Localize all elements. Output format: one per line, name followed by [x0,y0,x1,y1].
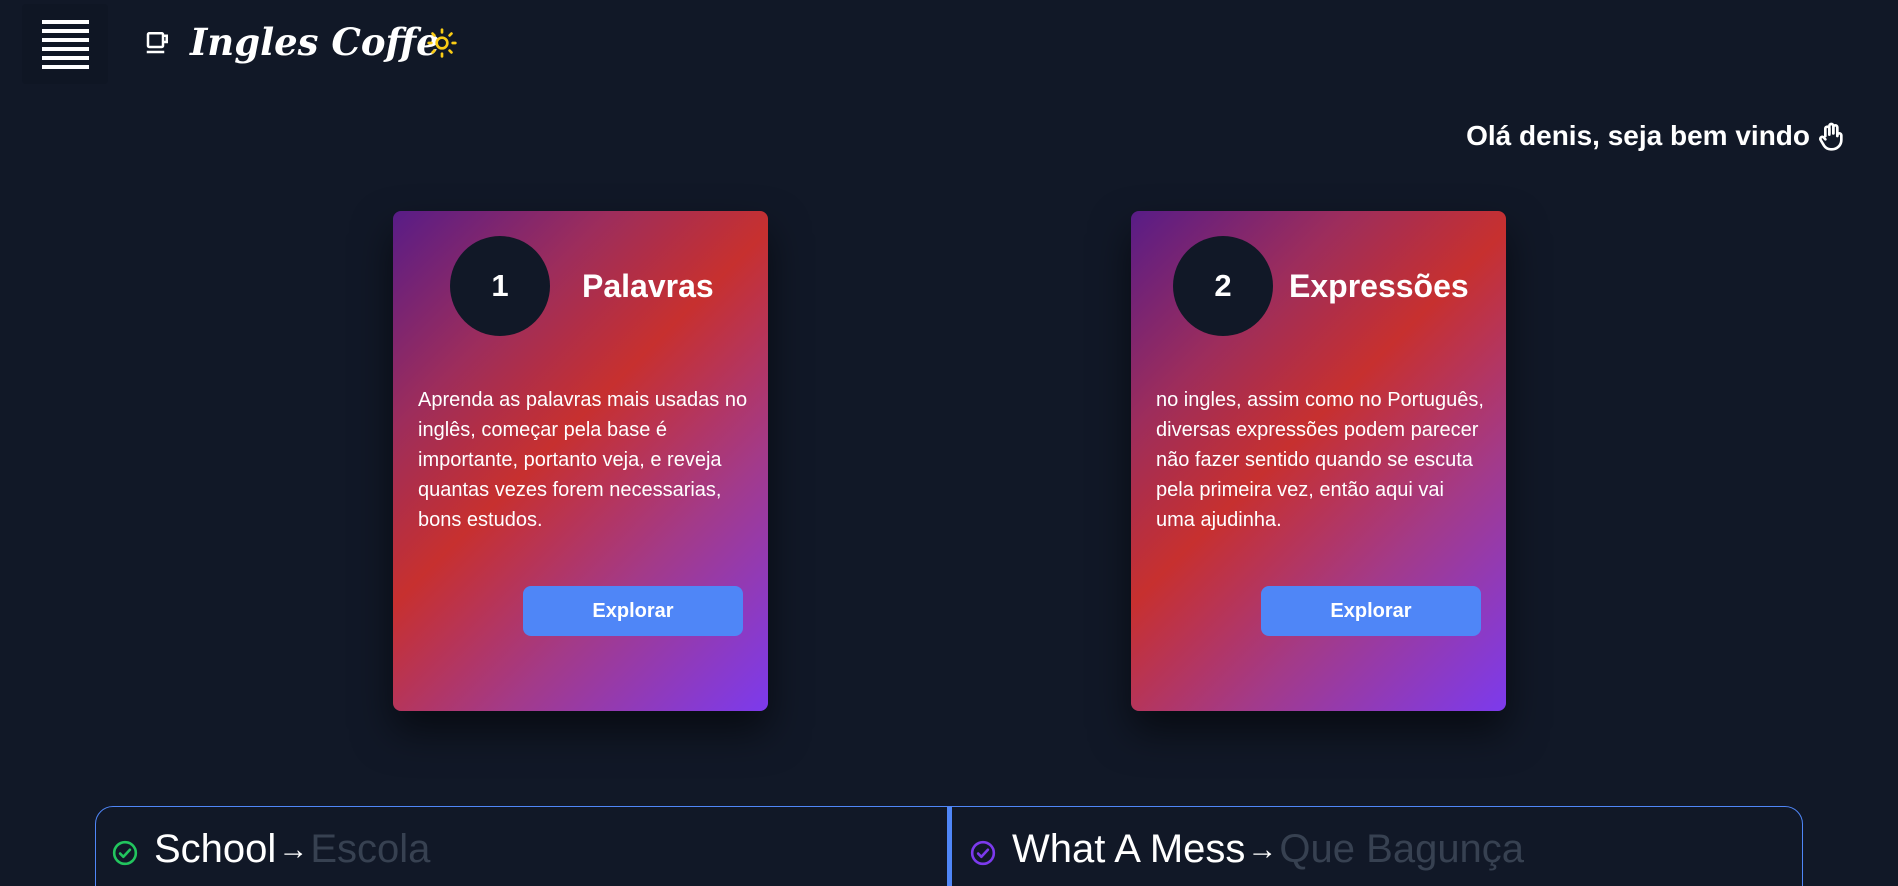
explore-button[interactable]: Explorar [1261,586,1481,636]
vocab-divider [947,807,952,886]
menu-bar [41,37,89,42]
greeting-text: Olá denis, seja bem vindo [1466,120,1810,151]
card-palavras: 1 Palavras Aprenda as palavras mais usad… [393,211,768,711]
menu-bar [41,28,89,33]
arrow-icon: → [1247,832,1278,866]
card-expressoes: 2 Expressões no ingles, assim como no Po… [1131,211,1506,711]
card-description: no ingles, assim como no Português, dive… [1156,389,1484,531]
vocab-english: School [154,827,277,871]
card-title: Palavras [582,268,714,304]
vocab-portuguese: Que Bagunça [1279,827,1525,871]
vocab-english: What A Mess [1012,827,1246,871]
vocab-item[interactable]: What A Mess → Que Bagunça [970,827,1524,872]
check-circle-icon [112,840,138,865]
arrow-icon: → [278,832,309,866]
menu-bar [41,64,89,69]
card-title: Expressões [1289,268,1469,304]
vocab-portuguese: Escola [310,827,431,871]
sun-icon[interactable] [426,27,458,59]
hamburger-menu-button[interactable] [22,4,108,84]
vocab-item[interactable]: School → Escola [112,827,430,872]
card-description: Aprenda as palavras mais usadas no inglê… [418,389,748,531]
menu-bar [41,55,89,60]
waving-hand-icon [1819,122,1843,151]
page: Ingles Coffe Olá denis, seja bem vindo 1… [0,0,1898,886]
menu-bar [41,46,89,51]
card-number-badge: 1 [450,236,550,336]
card-number-badge: 2 [1173,236,1273,336]
coffee-cup-icon [146,32,168,54]
greeting: Olá denis, seja bem vindo [1466,120,1848,152]
menu-bar [41,19,89,24]
explore-button[interactable]: Explorar [523,586,743,636]
check-circle-icon [970,840,996,865]
vocab-list: School → Escola What A Mess → Que Bagunç… [95,806,1803,886]
brand-title[interactable]: Ingles Coffe [190,14,440,70]
